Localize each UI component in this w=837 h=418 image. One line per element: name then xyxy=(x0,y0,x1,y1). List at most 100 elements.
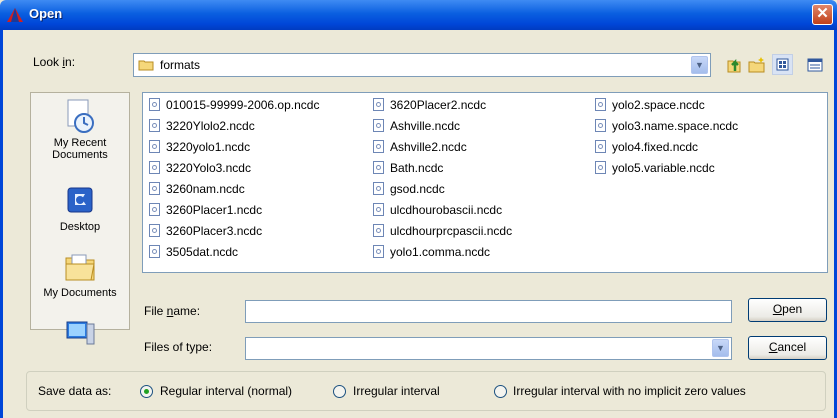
list-item[interactable]: 3220Ylolo2.ncdc xyxy=(149,118,255,136)
files-of-type-combo[interactable] xyxy=(245,337,732,360)
file-name: 3260nam.ncdc xyxy=(166,182,245,196)
list-item[interactable]: ulcdhourobascii.ncdc xyxy=(373,202,502,220)
file-name: yolo5.variable.ncdc xyxy=(612,161,715,175)
file-icon xyxy=(149,245,160,258)
place-label: Desktop xyxy=(59,221,101,233)
open-button[interactable]: Open xyxy=(748,298,827,322)
place-my-recent-documents[interactable]: My Recent Documents xyxy=(30,98,130,161)
up-one-level-icon[interactable] xyxy=(724,55,744,75)
file-name-input[interactable] xyxy=(245,300,732,323)
list-item[interactable]: 3220yolo1.ncdc xyxy=(149,139,250,157)
new-folder-icon[interactable] xyxy=(747,55,767,75)
file-icon xyxy=(373,98,384,111)
file-name: gsod.ncdc xyxy=(390,182,445,196)
recent-documents-icon xyxy=(67,99,94,133)
list-item[interactable]: 3220Yolo3.ncdc xyxy=(149,160,251,178)
details-view-icon[interactable] xyxy=(805,55,825,75)
place-label: My Recent xyxy=(53,137,107,149)
file-icon xyxy=(149,98,160,111)
file-name: ulcdhourprcpascii.ncdc xyxy=(390,224,513,238)
list-item[interactable]: yolo1.comma.ncdc xyxy=(373,244,490,262)
file-icon xyxy=(149,203,160,216)
desktop-icon xyxy=(67,187,93,213)
place-label: Documents xyxy=(52,149,108,161)
list-item[interactable]: yolo2.space.ncdc xyxy=(595,97,705,115)
file-name: 3505dat.ncdc xyxy=(166,245,239,259)
file-icon xyxy=(373,182,384,195)
list-item[interactable]: yolo4.fixed.ncdc xyxy=(595,139,698,157)
title-bar[interactable] xyxy=(0,0,837,30)
file-name: ulcdhourobascii.ncdc xyxy=(390,203,503,217)
list-item[interactable]: yolo5.variable.ncdc xyxy=(595,160,715,178)
views-menu-button[interactable] xyxy=(772,54,793,75)
close-button[interactable]: ✕ xyxy=(812,4,833,25)
file-name: 3260Placer1.ncdc xyxy=(166,203,263,217)
file-name: 010015-99999-2006.op.ncdc xyxy=(166,98,320,112)
look-in-combo[interactable] xyxy=(133,53,711,77)
file-name: yolo3.name.space.ncdc xyxy=(612,119,739,133)
list-item[interactable]: 3260Placer1.ncdc xyxy=(149,202,262,220)
file-name: Ashville2.ncdc xyxy=(390,140,467,154)
list-item[interactable]: Ashville2.ncdc xyxy=(373,139,467,157)
look-in-label: Look in: xyxy=(33,55,76,69)
file-name: Ashville.ncdc xyxy=(390,119,461,133)
look-in-value: formats xyxy=(160,58,201,72)
list-view-icon xyxy=(776,58,789,71)
folder-icon xyxy=(138,60,154,71)
file-name: Bath.ncdc xyxy=(390,161,444,175)
file-icon xyxy=(149,224,160,237)
file-icon xyxy=(595,140,606,153)
list-item[interactable]: 3260nam.ncdc xyxy=(149,181,245,199)
radio-label-irregular-no-zero[interactable]: Irregular interval with no implicit zero… xyxy=(513,384,746,398)
file-icon xyxy=(373,224,384,237)
place-my-computer[interactable] xyxy=(30,321,130,345)
file-name: yolo4.fixed.ncdc xyxy=(612,140,699,154)
files-of-type-label: Files of type: xyxy=(144,340,213,354)
cancel-button[interactable]: Cancel xyxy=(748,336,827,360)
list-item[interactable]: 010015-99999-2006.op.ncdc xyxy=(149,97,319,115)
file-icon xyxy=(595,119,606,132)
radio-label-irregular-interval[interactable]: Irregular interval xyxy=(353,384,440,398)
list-item[interactable]: yolo3.name.space.ncdc xyxy=(595,118,738,136)
list-item[interactable]: 3620Placer2.ncdc xyxy=(373,97,486,115)
file-name: 3220yolo1.ncdc xyxy=(166,140,251,154)
file-icon xyxy=(373,119,384,132)
list-item[interactable]: Bath.ncdc xyxy=(373,160,443,178)
file-icon xyxy=(149,182,160,195)
place-desktop[interactable]: Desktop xyxy=(30,184,130,233)
list-item[interactable]: 3260Placer3.ncdc xyxy=(149,223,262,241)
list-item[interactable]: 3505dat.ncdc xyxy=(149,244,238,262)
list-item[interactable]: ulcdhourprcpascii.ncdc xyxy=(373,223,512,241)
radio-regular-interval[interactable] xyxy=(140,385,153,398)
file-name-label: File name: xyxy=(144,304,201,318)
file-icon xyxy=(149,119,160,132)
file-icon xyxy=(373,245,384,258)
radio-irregular-interval[interactable] xyxy=(333,385,346,398)
save-data-label: Save data as: xyxy=(38,384,112,398)
file-icon xyxy=(373,203,384,216)
file-name: 3620Placer2.ncdc xyxy=(390,98,487,112)
file-icon xyxy=(373,161,384,174)
file-list[interactable]: 010015-99999-2006.op.ncdc 3220Ylolo2.ncd… xyxy=(142,92,828,273)
app-logo-icon xyxy=(7,8,23,22)
list-item[interactable]: gsod.ncdc xyxy=(373,181,445,199)
file-icon xyxy=(595,161,606,174)
file-icon xyxy=(149,140,160,153)
window-title: Open xyxy=(29,6,63,21)
look-in-dropdown-button[interactable]: ▼ xyxy=(691,56,708,74)
files-of-type-dropdown-button[interactable]: ▼ xyxy=(712,339,729,357)
file-icon xyxy=(595,98,606,111)
file-icon xyxy=(373,140,384,153)
file-icon xyxy=(149,161,160,174)
file-name: 3220Yolo3.ncdc xyxy=(166,161,251,175)
file-name: yolo2.space.ncdc xyxy=(612,98,705,112)
file-name: 3220Ylolo2.ncdc xyxy=(166,119,255,133)
list-item[interactable]: Ashville.ncdc xyxy=(373,118,460,136)
radio-irregular-no-zero[interactable] xyxy=(494,385,507,398)
place-label: My Documents xyxy=(43,287,117,299)
my-computer-icon xyxy=(66,321,95,345)
place-my-documents[interactable]: My Documents xyxy=(30,250,130,299)
file-name: yolo1.comma.ncdc xyxy=(390,245,491,259)
my-documents-icon xyxy=(65,254,95,281)
radio-label-regular-interval[interactable]: Regular interval (normal) xyxy=(160,384,292,398)
